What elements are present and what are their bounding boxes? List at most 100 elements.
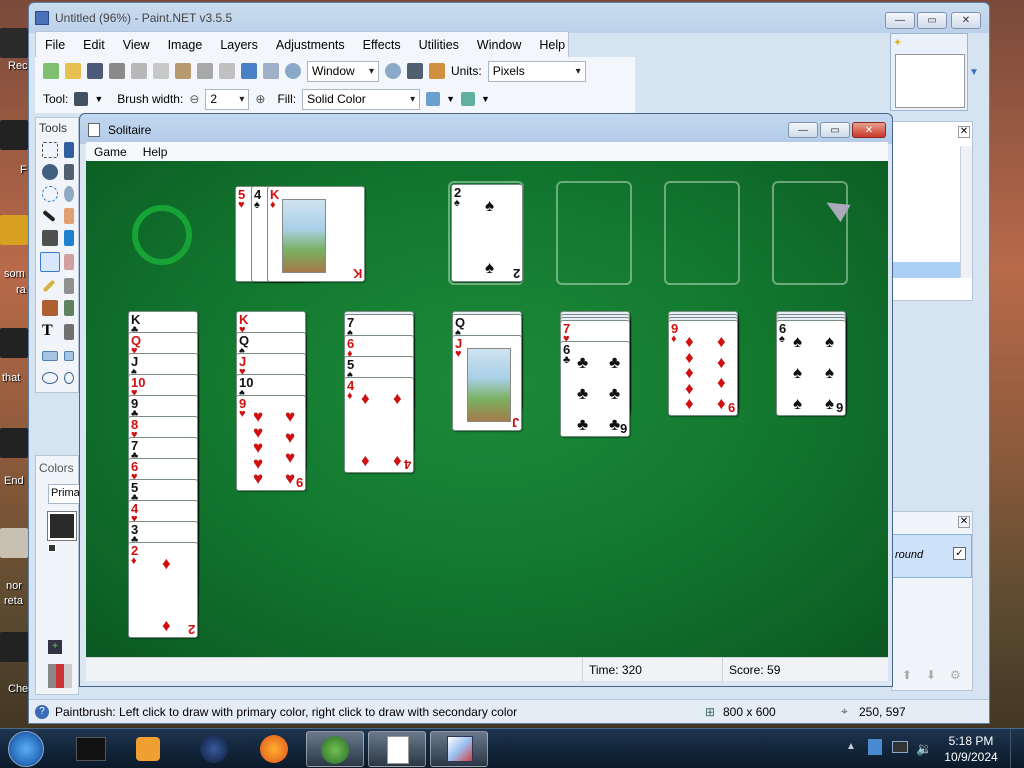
desktop-icon[interactable] [0, 328, 28, 358]
move-layer-up-icon[interactable]: ⬆ [902, 668, 912, 682]
desktop-label[interactable]: End [4, 475, 24, 487]
menu-help[interactable]: Help [135, 145, 176, 159]
desktop-icon[interactable] [0, 215, 28, 245]
paste-icon[interactable] [175, 63, 191, 79]
desktop-icon[interactable] [0, 428, 28, 458]
waste-pile[interactable]: 5 ♥ 4 ♠ K ♦ K [235, 186, 365, 282]
taskbar-paintnet[interactable] [430, 731, 488, 767]
rectangle-select-tool[interactable] [42, 142, 58, 158]
units-select[interactable]: Pixels [487, 60, 586, 82]
print-icon[interactable] [109, 63, 125, 79]
foundation-slot[interactable] [664, 181, 740, 285]
paint-bucket-tool[interactable] [42, 230, 58, 246]
show-hidden-icons-icon[interactable]: ▲ [846, 741, 856, 752]
copy-icon[interactable] [153, 63, 169, 79]
text-tool[interactable]: T [42, 322, 53, 340]
menu-help[interactable]: Help [530, 38, 574, 52]
taskbar-media-player[interactable] [118, 731, 176, 767]
layer-visible-checkbox[interactable]: ✓ [953, 547, 966, 560]
color-picker-tool[interactable] [64, 278, 74, 294]
pencil-tool[interactable] [42, 279, 56, 293]
desktop-icon[interactable] [0, 120, 28, 150]
maximize-button[interactable]: ▭ [820, 122, 850, 138]
image-thumbnail[interactable] [895, 54, 965, 108]
undo-icon[interactable] [241, 63, 257, 79]
desktop-label[interactable]: ra [16, 284, 26, 296]
open-icon[interactable] [65, 63, 81, 79]
blend-mode-icon[interactable] [461, 92, 476, 106]
taskbar-firefox[interactable] [244, 731, 302, 767]
fill-select[interactable]: Solid Color [302, 88, 421, 110]
scrollbar[interactable] [960, 146, 972, 278]
zoom-out-icon[interactable] [285, 63, 301, 79]
minimize-button[interactable]: — [788, 122, 818, 138]
increase-icon[interactable]: ⊕ [255, 92, 265, 106]
maximize-button[interactable]: ▭ [917, 12, 947, 29]
playing-card[interactable]: K ♦ K [267, 186, 365, 282]
lasso-tool[interactable] [42, 164, 58, 180]
volume-icon[interactable]: 🔉 [916, 741, 932, 757]
close-button[interactable]: ✕ [852, 122, 886, 138]
grid-icon[interactable] [407, 63, 423, 79]
rounded-rectangle-tool[interactable] [64, 351, 74, 361]
decrease-icon[interactable]: ⊖ [189, 92, 199, 106]
ruler-icon[interactable] [429, 63, 445, 79]
clock[interactable]: 5:18 PM 10/9/2024 [936, 733, 1006, 765]
line-tool[interactable] [64, 324, 74, 340]
menu-adjustments[interactable]: Adjustments [267, 38, 354, 52]
antialiasing-icon[interactable] [426, 92, 441, 106]
primary-color-swatch[interactable] [47, 511, 77, 541]
playing-card[interactable]: 2 ♦ ♦ ♦ 2 [128, 542, 198, 638]
save-icon[interactable] [87, 63, 103, 79]
playing-card[interactable]: 6 ♣ ♣ ♣ ♣ ♣ ♣ ♣ 6 [560, 341, 630, 437]
layer-properties-icon[interactable]: ⚙ [950, 668, 961, 682]
menu-layers[interactable]: Layers [211, 38, 267, 52]
desktop-label[interactable]: that [2, 372, 20, 384]
gradient-tool[interactable] [64, 230, 74, 246]
freeform-shape-tool[interactable] [64, 372, 74, 384]
desktop-label[interactable]: Rec [8, 60, 28, 72]
taskbar-download-manager[interactable] [306, 731, 364, 767]
minimize-button[interactable]: — [885, 12, 915, 29]
desktop-icon[interactable] [0, 28, 28, 58]
move-layer-down-icon[interactable]: ⬇ [926, 668, 936, 682]
show-desktop-button[interactable] [1010, 729, 1024, 768]
playing-card[interactable]: 2 ♠ ♠ ♠ 2 [451, 184, 523, 282]
display-icon[interactable] [892, 741, 908, 753]
playing-card[interactable]: 6 ♠ ♠ ♠ ♠ ♠ ♠ ♠ 6 [776, 320, 846, 416]
playing-card[interactable]: 9 ♥ ♥ ♥ ♥ ♥ ♥ ♥ ♥ ♥ ♥ 9 [236, 395, 306, 491]
stock-pile-empty[interactable] [132, 205, 192, 265]
reset-colors-icon[interactable] [48, 544, 56, 552]
menu-utilities[interactable]: Utilities [410, 38, 468, 52]
desktop-label[interactable]: F [20, 164, 27, 176]
chevron-down-icon[interactable]: ▼ [969, 67, 979, 78]
new-icon[interactable] [43, 63, 59, 79]
close-icon[interactable]: ✕ [958, 516, 970, 528]
playing-card[interactable]: 9 ♦ ♦ ♦ ♦ ♦ ♦ ♦ ♦ ♦ ♦ 9 [668, 320, 738, 416]
menu-edit[interactable]: Edit [74, 38, 114, 52]
crop-icon[interactable] [197, 63, 213, 79]
cut-icon[interactable] [131, 63, 147, 79]
playing-card[interactable]: 4 ♦ ♦ ♦ ♦ ♦ 4 [344, 377, 414, 473]
zoom-in-icon[interactable] [385, 63, 401, 79]
desktop-label[interactable]: Che [8, 683, 28, 695]
redo-icon[interactable] [263, 63, 279, 79]
desktop-label[interactable]: reta [4, 595, 23, 607]
taskbar-app[interactable] [184, 731, 242, 767]
chevron-down-icon[interactable]: ▼ [446, 94, 455, 104]
close-icon[interactable]: ✕ [958, 126, 970, 138]
start-button[interactable] [8, 731, 44, 767]
move-tool[interactable] [64, 164, 74, 180]
foundation-slot[interactable] [556, 181, 632, 285]
move-selection-tool[interactable] [64, 142, 74, 158]
pan-tool[interactable] [64, 208, 74, 224]
menu-image[interactable]: Image [159, 38, 212, 52]
eraser-tool[interactable] [64, 254, 74, 270]
menu-file[interactable]: File [36, 38, 74, 52]
palette-swatch[interactable] [48, 664, 72, 688]
desktop-label[interactable]: nor [6, 580, 22, 592]
taskbar-solitaire[interactable] [368, 731, 426, 767]
desktop-icon[interactable] [0, 632, 28, 662]
network-icon[interactable] [868, 739, 882, 755]
paintbrush-icon[interactable] [74, 92, 89, 106]
